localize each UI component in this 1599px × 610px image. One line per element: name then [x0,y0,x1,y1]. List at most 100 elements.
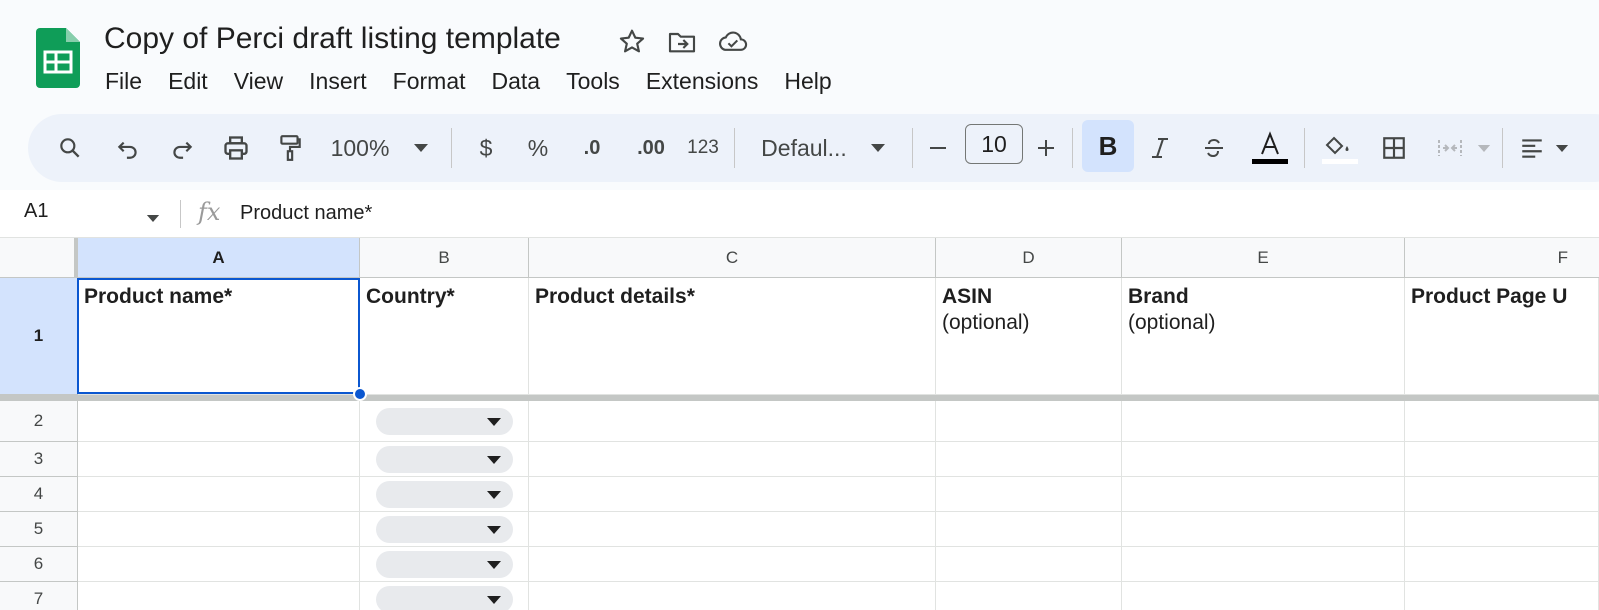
cell-c2[interactable] [529,401,936,442]
cell-f3[interactable] [1405,442,1599,477]
zoom-select[interactable]: 100% [320,114,400,182]
document-title[interactable]: Copy of Perci draft listing template [104,22,561,56]
cell-e7[interactable] [1122,582,1405,610]
increase-decimal-button[interactable]: .00 [626,114,676,182]
cell-a7[interactable] [78,582,360,610]
cell-a3[interactable] [78,442,360,477]
font-family-select[interactable]: Defaul... [756,114,852,182]
cell-d2[interactable] [936,401,1122,442]
strikethrough-icon[interactable] [1196,114,1232,182]
chevron-down-icon[interactable] [866,114,890,182]
cell-f1[interactable]: Product Page U [1405,278,1599,395]
cell-a1[interactable]: Product name* [78,278,360,395]
sheets-logo-icon[interactable] [36,28,80,88]
cell-f6[interactable] [1405,547,1599,582]
cell-d5[interactable] [936,512,1122,547]
row-header-2[interactable]: 2 [0,401,78,442]
chevron-down-icon[interactable] [1474,114,1494,182]
formula-input[interactable]: Product name* [240,202,372,225]
column-header-d[interactable]: D [936,238,1122,278]
print-icon[interactable] [216,114,256,182]
country-dropdown-chip[interactable] [376,516,513,543]
cell-c5[interactable] [529,512,936,547]
currency-format-button[interactable]: $ [468,114,504,182]
cell-c3[interactable] [529,442,936,477]
percent-format-button[interactable]: % [520,114,556,182]
search-menus-icon[interactable] [50,114,90,182]
menu-tools[interactable]: Tools [553,64,633,98]
row-header-6[interactable]: 6 [0,547,78,582]
row-header-4[interactable]: 4 [0,477,78,512]
borders-icon[interactable] [1374,114,1414,182]
chevron-down-icon[interactable] [1552,114,1572,182]
cell-f5[interactable] [1405,512,1599,547]
cell-c1[interactable]: Product details* [529,278,936,395]
cell-b1[interactable]: Country* [360,278,529,395]
column-header-e[interactable]: E [1122,238,1405,278]
italic-icon[interactable] [1142,114,1178,182]
decrease-font-size-button[interactable] [926,114,950,182]
cell-d6[interactable] [936,547,1122,582]
cell-c4[interactable] [529,477,936,512]
bold-button[interactable]: B [1082,120,1134,172]
cell-a2[interactable] [78,401,360,442]
font-size-input[interactable]: 10 [965,124,1023,164]
row-header-5[interactable]: 5 [0,512,78,547]
text-color-icon[interactable] [1246,114,1294,182]
menu-help[interactable]: Help [771,64,844,98]
fill-handle[interactable] [353,387,367,401]
paint-format-icon[interactable] [270,114,310,182]
undo-icon[interactable] [108,114,148,182]
column-header-f[interactable]: F [1405,238,1599,278]
sheet-grid[interactable]: A B C D E F 1 2 3 4 5 6 7 Product name* … [0,238,1599,610]
menu-edit[interactable]: Edit [155,64,221,98]
cell-e6[interactable] [1122,547,1405,582]
row-header-7[interactable]: 7 [0,582,78,610]
increase-font-size-button[interactable] [1034,114,1058,182]
cell-e2[interactable] [1122,401,1405,442]
menu-file[interactable]: File [92,64,155,98]
row-header-1[interactable]: 1 [0,278,78,395]
cloud-saved-icon[interactable] [716,26,748,58]
fill-color-icon[interactable] [1318,114,1362,182]
menu-view[interactable]: View [221,64,296,98]
column-header-b[interactable]: B [360,238,529,278]
country-dropdown-chip[interactable] [376,551,513,578]
cell-a5[interactable] [78,512,360,547]
select-all-corner[interactable] [0,238,78,278]
name-box[interactable]: A1 [24,200,48,223]
star-icon[interactable] [616,26,648,58]
column-header-a[interactable]: A [78,238,360,278]
cell-d7[interactable] [936,582,1122,610]
cell-e5[interactable] [1122,512,1405,547]
row-header-3[interactable]: 3 [0,442,78,477]
menu-data[interactable]: Data [479,64,554,98]
cell-e3[interactable] [1122,442,1405,477]
merge-cells-icon[interactable] [1428,114,1472,182]
country-dropdown-chip[interactable] [376,481,513,508]
horizontal-align-icon[interactable] [1512,114,1552,182]
cell-e1[interactable]: Brand (optional) [1122,278,1405,395]
number-format-button[interactable]: 123 [680,114,726,182]
chevron-down-icon[interactable] [408,114,434,182]
cell-f7[interactable] [1405,582,1599,610]
country-dropdown-chip[interactable] [376,446,513,473]
cell-c6[interactable] [529,547,936,582]
decrease-decimal-button[interactable]: .0 [570,114,614,182]
cell-a4[interactable] [78,477,360,512]
country-dropdown-chip[interactable] [376,408,513,435]
redo-icon[interactable] [162,114,202,182]
cell-d1[interactable]: ASIN (optional) [936,278,1122,395]
menu-insert[interactable]: Insert [296,64,380,98]
cell-f2[interactable] [1405,401,1599,442]
cell-a6[interactable] [78,547,360,582]
chevron-down-icon[interactable] [146,210,160,228]
cell-f4[interactable] [1405,477,1599,512]
column-header-c[interactable]: C [529,238,936,278]
move-to-folder-icon[interactable] [666,26,698,58]
cell-d4[interactable] [936,477,1122,512]
cell-c7[interactable] [529,582,936,610]
country-dropdown-chip[interactable] [376,586,513,610]
cell-e4[interactable] [1122,477,1405,512]
menu-format[interactable]: Format [380,64,479,98]
